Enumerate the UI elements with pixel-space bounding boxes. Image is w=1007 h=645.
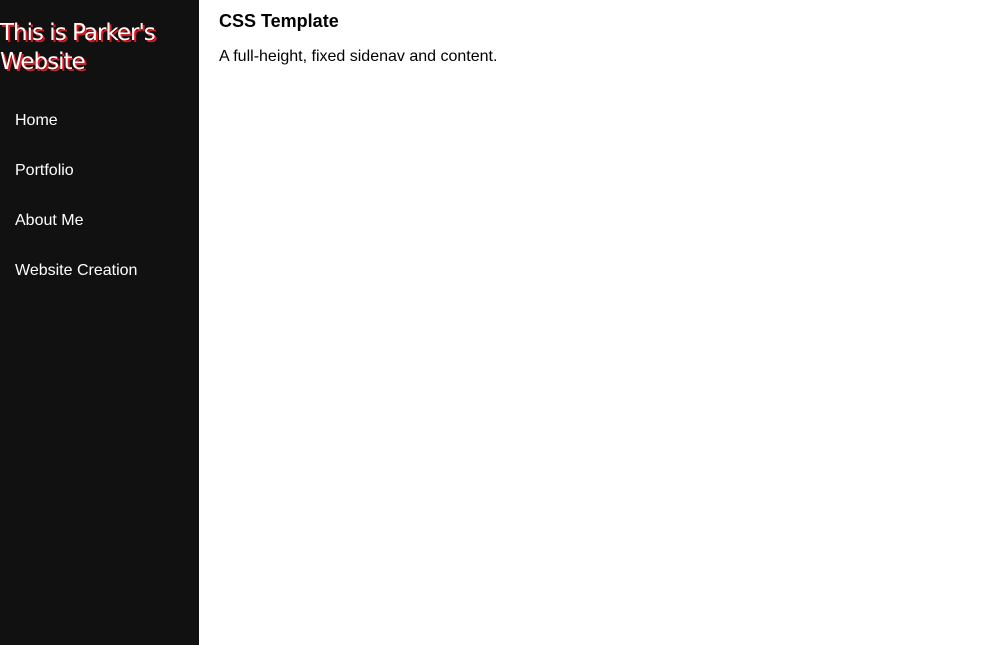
site-title: This is Parker's Website bbox=[0, 20, 156, 75]
page-title: CSS Template bbox=[219, 11, 339, 31]
nav-link-home[interactable]: Home bbox=[0, 104, 199, 154]
nav-link-portfolio[interactable]: Portfolio bbox=[0, 154, 199, 204]
sidenav: This is Parker's Website Home Portfolio … bbox=[0, 0, 199, 645]
nav-list: Home Portfolio About Me Website Creation bbox=[0, 104, 199, 304]
nav-link-website-creation[interactable]: Website Creation bbox=[0, 254, 199, 304]
page-description: A full-height, fixed sidenav and content… bbox=[219, 48, 498, 65]
nav-link-about-me[interactable]: About Me bbox=[0, 204, 199, 254]
